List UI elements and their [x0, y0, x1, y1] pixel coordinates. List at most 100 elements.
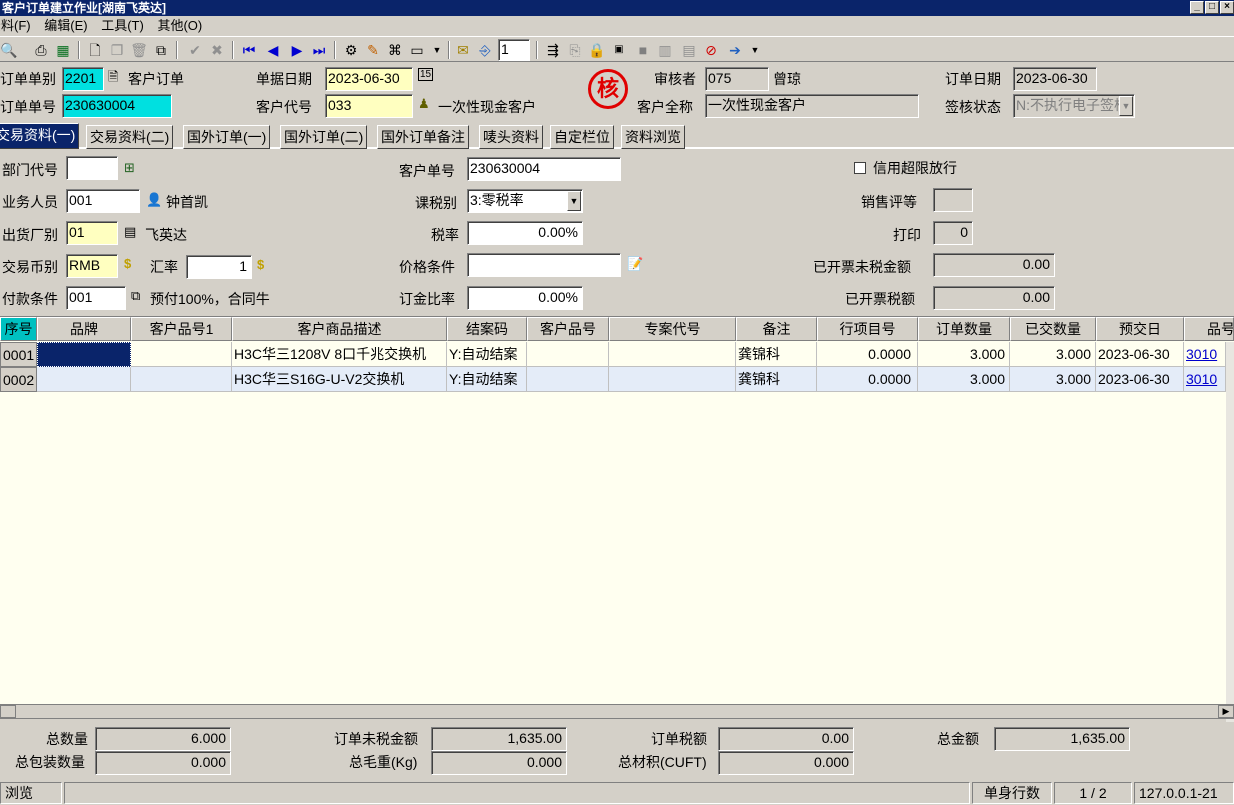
- table-cell-line-no[interactable]: 0.0000: [817, 342, 918, 367]
- table-cell-cust-part[interactable]: [527, 342, 609, 367]
- dropdown-icon[interactable]: ▼: [428, 41, 446, 59]
- delete-icon[interactable]: 🗑: [130, 41, 148, 59]
- grid-header-description[interactable]: 客户商品描述: [232, 317, 447, 341]
- horizontal-scrollbar[interactable]: ▶: [0, 704, 1234, 718]
- table-cell-close-code[interactable]: Y:自动结案: [447, 367, 527, 392]
- query-icon[interactable]: 🔍: [0, 41, 18, 59]
- tab-browse[interactable]: 资料浏览: [621, 125, 685, 149]
- table-cell-delivered-qty[interactable]: 3.000: [1010, 367, 1096, 392]
- table-cell-brand[interactable]: [37, 367, 131, 392]
- cust-order-field[interactable]: 230630004: [467, 157, 621, 181]
- tool-j-icon[interactable]: ▥: [656, 41, 674, 59]
- grid-header-cust-part1[interactable]: 客户品号1: [131, 317, 232, 341]
- tool-i-icon[interactable]: ■: [634, 41, 652, 59]
- page-spinner[interactable]: 1: [498, 39, 530, 61]
- table-cell-remark[interactable]: 龚锦科: [736, 342, 817, 367]
- price-cond-field[interactable]: [467, 253, 621, 277]
- grid-header-line-no[interactable]: 行项目号: [817, 317, 918, 341]
- grid-header-order-qty[interactable]: 订单数量: [918, 317, 1010, 341]
- table-cell-remark[interactable]: 龚锦科: [736, 367, 817, 392]
- table-cell-description[interactable]: H3C华三1208V 8口千兆交换机: [232, 342, 447, 367]
- doc-date-field[interactable]: 2023-06-30: [325, 67, 413, 91]
- table-cell-project[interactable]: [609, 367, 736, 392]
- cancel-icon[interactable]: ✖: [208, 41, 226, 59]
- tab-foreign-notes[interactable]: 国外订单备注: [377, 125, 469, 149]
- new-icon[interactable]: 🗋: [86, 41, 104, 59]
- tool-a-icon[interactable]: ⚙: [342, 41, 360, 59]
- table-cell-project[interactable]: [609, 342, 736, 367]
- rate-coin-icon[interactable]: $: [257, 256, 264, 274]
- chevron-down-icon[interactable]: ▼: [1119, 96, 1133, 116]
- export-icon[interactable]: ▦: [54, 41, 72, 59]
- table-cell-cust-part1[interactable]: [131, 367, 232, 392]
- print-icon[interactable]: ⎙: [32, 41, 50, 59]
- exit-icon[interactable]: ➔: [726, 41, 744, 59]
- table-cell-cust-part[interactable]: [527, 367, 609, 392]
- maximize-button[interactable]: □: [1205, 1, 1219, 14]
- tool-c-icon[interactable]: ⌘: [386, 41, 404, 59]
- deposit-field[interactable]: 0.00%: [467, 286, 583, 310]
- tab-custom-fields[interactable]: 自定栏位: [550, 125, 614, 149]
- scroll-right-button[interactable]: ▶: [1218, 705, 1234, 718]
- tax-chevron-down-icon[interactable]: ▼: [567, 191, 581, 211]
- calendar-icon[interactable]: ▣: [610, 41, 628, 59]
- currency-field[interactable]: RMB: [66, 254, 118, 278]
- first-record-icon[interactable]: ⏮: [240, 41, 258, 59]
- close-button[interactable]: ×: [1220, 1, 1234, 14]
- table-cell-order-qty[interactable]: 3.000: [918, 342, 1010, 367]
- table-cell-part-no[interactable]: 3010: [1184, 342, 1226, 367]
- coin-icon[interactable]: $: [124, 255, 131, 273]
- grid-header-delivered-qty[interactable]: 已交数量: [1010, 317, 1096, 341]
- grid-header-project[interactable]: 专案代号: [609, 317, 736, 341]
- vertical-scrollbar[interactable]: [1226, 342, 1234, 722]
- tree-icon[interactable]: ⊞: [124, 159, 135, 177]
- scroll-left-button[interactable]: [0, 705, 16, 718]
- lock-icon[interactable]: 🔒: [588, 41, 606, 59]
- factory-field[interactable]: 01: [66, 221, 118, 245]
- menu-tools[interactable]: 工具(T): [101, 18, 144, 33]
- tool-d-icon[interactable]: ▭: [408, 41, 426, 59]
- last-record-icon[interactable]: ⏭: [310, 41, 328, 59]
- customer-code-field[interactable]: 033: [325, 94, 413, 118]
- person-icon[interactable]: ♟: [418, 95, 430, 113]
- order-no-field[interactable]: 230630004: [62, 94, 172, 118]
- grid-header-part-no[interactable]: 品号: [1184, 317, 1234, 341]
- edit-note-icon[interactable]: 📝: [627, 255, 643, 273]
- tool-g-icon[interactable]: ⇶: [544, 41, 562, 59]
- dropdown2-icon[interactable]: ▼: [746, 41, 764, 59]
- row-seq[interactable]: 0001: [0, 342, 37, 367]
- tool-h-icon[interactable]: ⎘: [566, 41, 584, 59]
- table-cell-brand[interactable]: [37, 342, 131, 367]
- payment-lookup-icon[interactable]: ⧉: [131, 287, 140, 305]
- grid-header-brand[interactable]: 品牌: [37, 317, 131, 341]
- row-seq[interactable]: 0002: [0, 367, 37, 392]
- menu-other[interactable]: 其他(O): [157, 18, 202, 33]
- order-type-field[interactable]: 2201: [62, 67, 104, 91]
- menu-edit[interactable]: 编辑(E): [44, 18, 87, 33]
- tab-trade-2[interactable]: 交易资料(二): [86, 125, 174, 149]
- table-cell-cust-part1[interactable]: [131, 342, 232, 367]
- dept-field[interactable]: [66, 156, 118, 180]
- next-record-icon[interactable]: ▶: [288, 41, 306, 59]
- table-cell-delivery-date[interactable]: 2023-06-30: [1096, 342, 1184, 367]
- tab-foreign-1[interactable]: 国外订单(一): [183, 125, 271, 149]
- table-cell-part-no[interactable]: 3010: [1184, 367, 1226, 392]
- grid-header-remark[interactable]: 备注: [736, 317, 817, 341]
- menu-data[interactable]: 资料(F): [0, 18, 31, 33]
- table-cell-description[interactable]: H3C华三S16G-U-V2交换机: [232, 367, 447, 392]
- part-no-link[interactable]: 3010: [1186, 346, 1217, 362]
- table-cell-close-code[interactable]: Y:自动结案: [447, 342, 527, 367]
- prev-record-icon[interactable]: ◀: [264, 41, 282, 59]
- rate-field[interactable]: 1: [186, 255, 252, 279]
- tax-type-select[interactable]: 3:零税率 ▼: [467, 189, 583, 213]
- grid-header-delivery-date[interactable]: 预交日: [1096, 317, 1184, 341]
- factory-icon[interactable]: ▤: [124, 223, 136, 241]
- grid-header-close-code[interactable]: 结案码: [447, 317, 527, 341]
- part-no-link[interactable]: 3010: [1186, 371, 1217, 387]
- stop-icon[interactable]: ⊘: [702, 41, 720, 59]
- table-cell-delivery-date[interactable]: 2023-06-30: [1096, 367, 1184, 392]
- confirm-icon[interactable]: ✔: [186, 41, 204, 59]
- payment-field[interactable]: 001: [66, 286, 126, 310]
- tool-f-icon[interactable]: ⎆: [476, 41, 494, 59]
- tab-trade-1[interactable]: 交易资料(一): [0, 123, 80, 149]
